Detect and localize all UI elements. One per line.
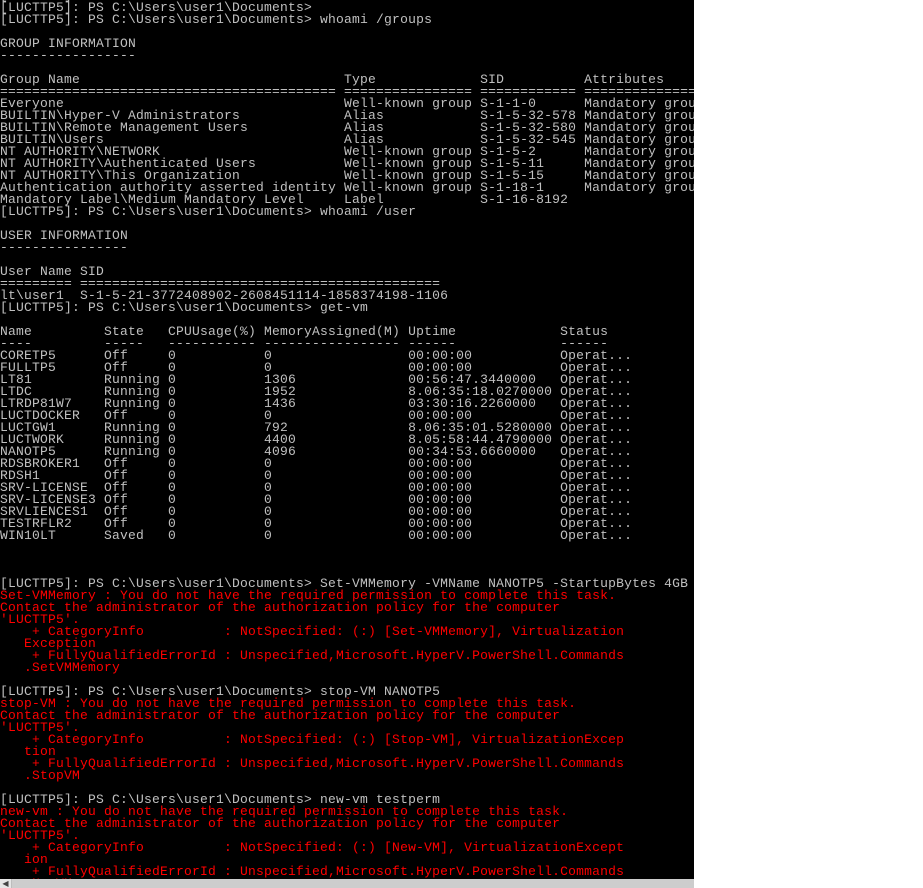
error-line: .StopVM (0, 768, 81, 783)
error-line: + FullyQualifiedErrorId : Unspecified,Mi… (0, 756, 625, 771)
error-line: + FullyQualifiedErrorId : Unspecified,Mi… (0, 864, 625, 879)
prompt-line: [LUCTTP5]: PS C:\Users\user1\Documents> … (0, 300, 369, 315)
error-line: .SetVMMemory (0, 660, 121, 675)
horizontal-scrollbar[interactable]: ◀ (0, 879, 694, 888)
error-line: + CategoryInfo : NotSpecified: (:) [New-… (0, 840, 625, 855)
arrow-left-icon[interactable]: ◀ (0, 879, 12, 888)
error-line: Contact the administrator of the authori… (0, 600, 561, 615)
output-line: ---------------- (0, 240, 129, 255)
output-line: WIN10LT Saved 0 0 00:00:00 Operat... (0, 528, 633, 543)
error-line: Contact the administrator of the authori… (0, 816, 561, 831)
console-output: [LUCTTP5]: PS C:\Users\user1\Documents>[… (0, 0, 694, 879)
prompt-line: [LUCTTP5]: PS C:\Users\user1\Documents> … (0, 204, 417, 219)
error-line: + CategoryInfo : NotSpecified: (:) [Stop… (0, 732, 625, 747)
error-line: + CategoryInfo : NotSpecified: (:) [Set-… (0, 624, 625, 639)
output-line: ----------------- (0, 48, 137, 63)
error-line: Contact the administrator of the authori… (0, 708, 561, 723)
prompt-line: [LUCTTP5]: PS C:\Users\user1\Documents> … (0, 12, 433, 27)
powershell-console[interactable]: [LUCTTP5]: PS C:\Users\user1\Documents>[… (0, 0, 694, 879)
